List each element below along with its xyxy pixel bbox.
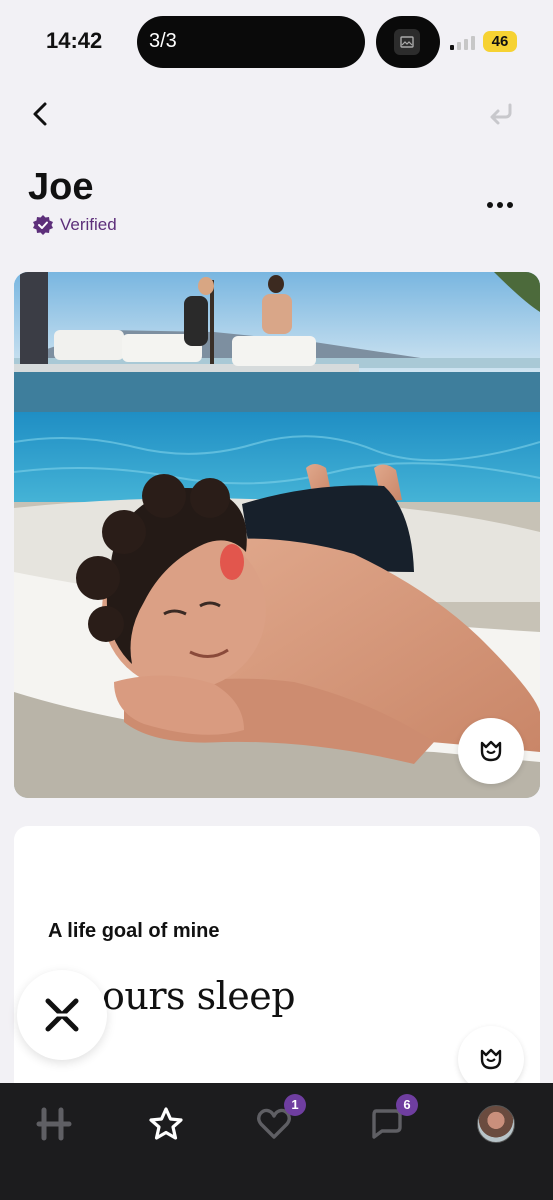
tab-likes[interactable]: 1 <box>244 1094 306 1149</box>
tab-standouts[interactable] <box>136 1099 196 1149</box>
undo-icon <box>490 103 512 125</box>
more-icon <box>487 202 513 208</box>
battery-indicator: 46 <box>483 31 517 52</box>
skip-icon <box>45 998 79 1032</box>
messages-badge: 6 <box>396 1094 418 1116</box>
status-time: 14:42 <box>46 28 103 53</box>
activity-label: 3/3 <box>149 30 177 52</box>
prompt-answer: ours sleep <box>102 974 296 1018</box>
bottom-tab-bar: 1 6 <box>0 1083 553 1200</box>
verified-badge: Verified <box>32 212 117 238</box>
star-icon <box>149 1107 183 1140</box>
verified-badge-icon <box>33 215 53 235</box>
prompt-question: A life goal of mine <box>48 920 220 942</box>
more-options-button[interactable] <box>482 190 518 220</box>
rose-icon <box>480 1048 502 1070</box>
undo-button[interactable] <box>484 96 518 132</box>
profile-name: Joe <box>28 166 94 208</box>
likes-badge: 1 <box>284 1094 306 1116</box>
signal-icon <box>450 36 476 50</box>
tab-discover[interactable] <box>24 1099 84 1149</box>
tab-matches[interactable]: 6 <box>356 1094 418 1149</box>
tab-profile[interactable] <box>466 1099 526 1149</box>
profile-photo[interactable] <box>14 272 540 798</box>
skip-button[interactable] <box>17 970 107 1060</box>
prompt-card: A life goal of mine ours sleep <box>14 826 540 1126</box>
avatar <box>477 1105 515 1143</box>
verified-label: Verified <box>60 215 117 234</box>
rose-icon <box>480 740 502 762</box>
send-rose-photo-button[interactable] <box>458 718 524 784</box>
back-button[interactable] <box>24 96 58 132</box>
status-bar: 14:42 3/3 46 <box>0 0 553 84</box>
back-icon <box>33 102 47 126</box>
dynamic-island-media[interactable] <box>376 16 440 68</box>
dynamic-island-activity[interactable]: 3/3 <box>137 16 365 68</box>
image-icon <box>394 29 420 55</box>
hinge-home-icon <box>36 1107 72 1141</box>
